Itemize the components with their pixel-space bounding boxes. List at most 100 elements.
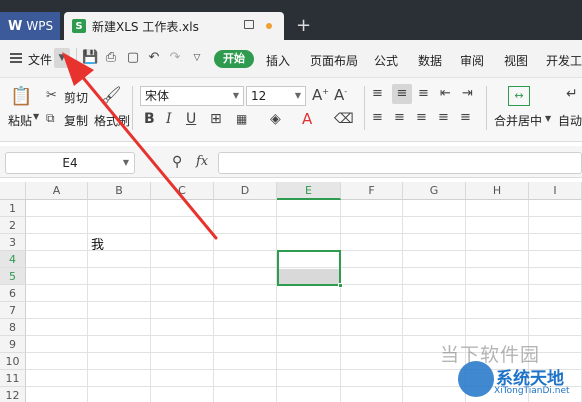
function-icon[interactable]: fx	[196, 154, 208, 169]
format-painter-button[interactable]: 格式刷	[94, 112, 130, 129]
column-header-c[interactable]: C	[151, 182, 214, 200]
column-header-f[interactable]: F	[341, 182, 403, 200]
divider	[364, 86, 365, 130]
hamburger-menu-icon[interactable]	[10, 53, 22, 63]
borders-icon[interactable]: ⊞	[210, 111, 222, 127]
merge-center-icon[interactable]: ↔	[508, 86, 530, 106]
row-header-4[interactable]: 4	[0, 251, 26, 268]
justify-icon[interactable]: ≡	[438, 110, 449, 125]
align-middle-icon[interactable]: ≡	[392, 84, 412, 104]
paste-dropdown-icon[interactable]: ▼	[33, 112, 39, 121]
tab-page-layout[interactable]: 页面布局	[310, 52, 358, 69]
title-tab-bar: W WPS S 新建XLS 工作表.xls +	[0, 0, 582, 40]
document-title: 新建XLS 工作表.xls	[92, 19, 199, 34]
copy-icon[interactable]: ⧉	[46, 111, 55, 126]
zoom-search-icon[interactable]: ⚲	[172, 154, 182, 170]
row-header-9[interactable]: 9	[0, 336, 26, 353]
cut-button[interactable]: 剪切	[64, 89, 88, 106]
file-dropdown-button[interactable]: ▼	[54, 48, 70, 68]
row-header-2[interactable]: 2	[0, 217, 26, 234]
customize-quick-access-icon[interactable]: ▽	[190, 51, 204, 65]
row-header-12[interactable]: 12	[0, 387, 26, 402]
row-header-6[interactable]: 6	[0, 285, 26, 302]
column-header-h[interactable]: H	[466, 182, 529, 200]
print-icon[interactable]: ⎙	[104, 51, 118, 65]
align-bottom-icon[interactable]: ≡	[418, 86, 429, 101]
row-header-10[interactable]: 10	[0, 353, 26, 370]
decrease-font-icon[interactable]: A-	[334, 86, 347, 104]
row-gridline	[26, 318, 582, 319]
column-header-g[interactable]: G	[403, 182, 466, 200]
name-box[interactable]: E4 ▼	[5, 152, 135, 174]
distributed-align-icon[interactable]: ≡	[460, 110, 471, 125]
row-header-3[interactable]: 3	[0, 234, 26, 251]
wps-home-tab[interactable]: W WPS	[0, 12, 60, 40]
select-all-corner[interactable]	[0, 182, 26, 200]
font-size-select[interactable]: 12 ▼	[246, 86, 306, 106]
font-color-icon[interactable]: A	[302, 110, 312, 128]
tab-view[interactable]: 视图	[504, 52, 528, 69]
indent-increase-icon[interactable]: ⇥	[462, 86, 473, 101]
tab-formulas[interactable]: 公式	[374, 52, 398, 69]
wrap-text-icon[interactable]: ↵	[566, 86, 578, 102]
fill-handle[interactable]	[338, 283, 343, 288]
tab-data[interactable]: 数据	[418, 52, 442, 69]
print-preview-icon[interactable]: ▢	[126, 51, 140, 65]
tab-developer[interactable]: 开发工	[546, 52, 582, 69]
merge-dropdown-icon[interactable]: ▼	[545, 114, 551, 123]
unsaved-dot-icon	[266, 23, 272, 29]
tab-start[interactable]: 开始	[214, 50, 254, 68]
screen-icon[interactable]	[244, 20, 254, 29]
column-header-e[interactable]: E	[277, 182, 341, 200]
document-tab[interactable]: S 新建XLS 工作表.xls	[64, 12, 284, 40]
row-header-7[interactable]: 7	[0, 302, 26, 319]
save-icon[interactable]: 💾	[82, 51, 98, 65]
new-tab-button[interactable]: +	[296, 17, 311, 35]
merge-center-button[interactable]: 合并居中	[494, 112, 542, 129]
increase-font-icon[interactable]: A+	[312, 86, 329, 104]
tab-review[interactable]: 审阅	[460, 52, 484, 69]
formula-input[interactable]	[218, 152, 582, 174]
align-top-icon[interactable]: ≡	[372, 86, 383, 101]
column-header-i[interactable]: I	[529, 182, 582, 200]
fill-color-icon[interactable]: ◈	[270, 111, 281, 127]
scissors-icon[interactable]: ✂	[46, 88, 57, 103]
row-header-5[interactable]: 5	[0, 268, 26, 285]
row-header-8[interactable]: 8	[0, 319, 26, 336]
wps-tab-label: WPS	[26, 19, 54, 33]
italic-icon[interactable]: I	[166, 111, 172, 127]
tab-insert[interactable]: 插入	[266, 52, 290, 69]
column-header-a[interactable]: A	[26, 182, 88, 200]
watermark-text-1: 当下软件园	[440, 344, 541, 366]
row-gridline	[26, 233, 582, 234]
row-gridline	[26, 301, 582, 302]
eraser-icon[interactable]: ⌫	[334, 111, 354, 127]
column-header-d[interactable]: D	[214, 182, 277, 200]
paste-icon[interactable]: 📋	[10, 86, 32, 108]
redo-icon[interactable]: ↷	[168, 51, 182, 65]
bold-icon[interactable]: B	[144, 111, 155, 127]
divider	[76, 48, 77, 68]
undo-icon[interactable]: ↶	[147, 51, 161, 65]
align-center-icon[interactable]: ≡	[394, 110, 405, 125]
column-header-b[interactable]: B	[88, 182, 151, 200]
cell-b3[interactable]: 我	[91, 234, 104, 253]
align-left-icon[interactable]: ≡	[372, 110, 383, 125]
cell-style-icon[interactable]: ▦	[236, 112, 247, 126]
wps-spreadsheet-window: W WPS S 新建XLS 工作表.xls + 文件 ▼ 💾 ⎙ ▢ ↶ ↷ ▽…	[0, 0, 582, 402]
worksheet-grid[interactable]: A B C D E F G H I 1 2 3 4 5 6 7 8 9 10 11 12 我	[0, 182, 582, 402]
format-painter-icon[interactable]: 🖌	[100, 86, 122, 106]
row-header-1[interactable]: 1	[0, 200, 26, 217]
selection-range[interactable]	[277, 250, 341, 286]
underline-icon[interactable]: U	[186, 111, 196, 127]
font-name-value: 宋体	[145, 89, 170, 103]
font-name-select[interactable]: 宋体 ▼	[140, 86, 244, 106]
indent-decrease-icon[interactable]: ⇤	[440, 86, 451, 101]
file-menu[interactable]: 文件	[28, 51, 52, 68]
copy-button[interactable]: 复制	[64, 112, 88, 129]
paste-button[interactable]: 粘贴	[8, 112, 32, 129]
divider	[132, 86, 133, 130]
align-right-icon[interactable]: ≡	[416, 110, 427, 125]
auto-wrap-button[interactable]: 自动	[558, 112, 582, 129]
row-header-11[interactable]: 11	[0, 370, 26, 387]
